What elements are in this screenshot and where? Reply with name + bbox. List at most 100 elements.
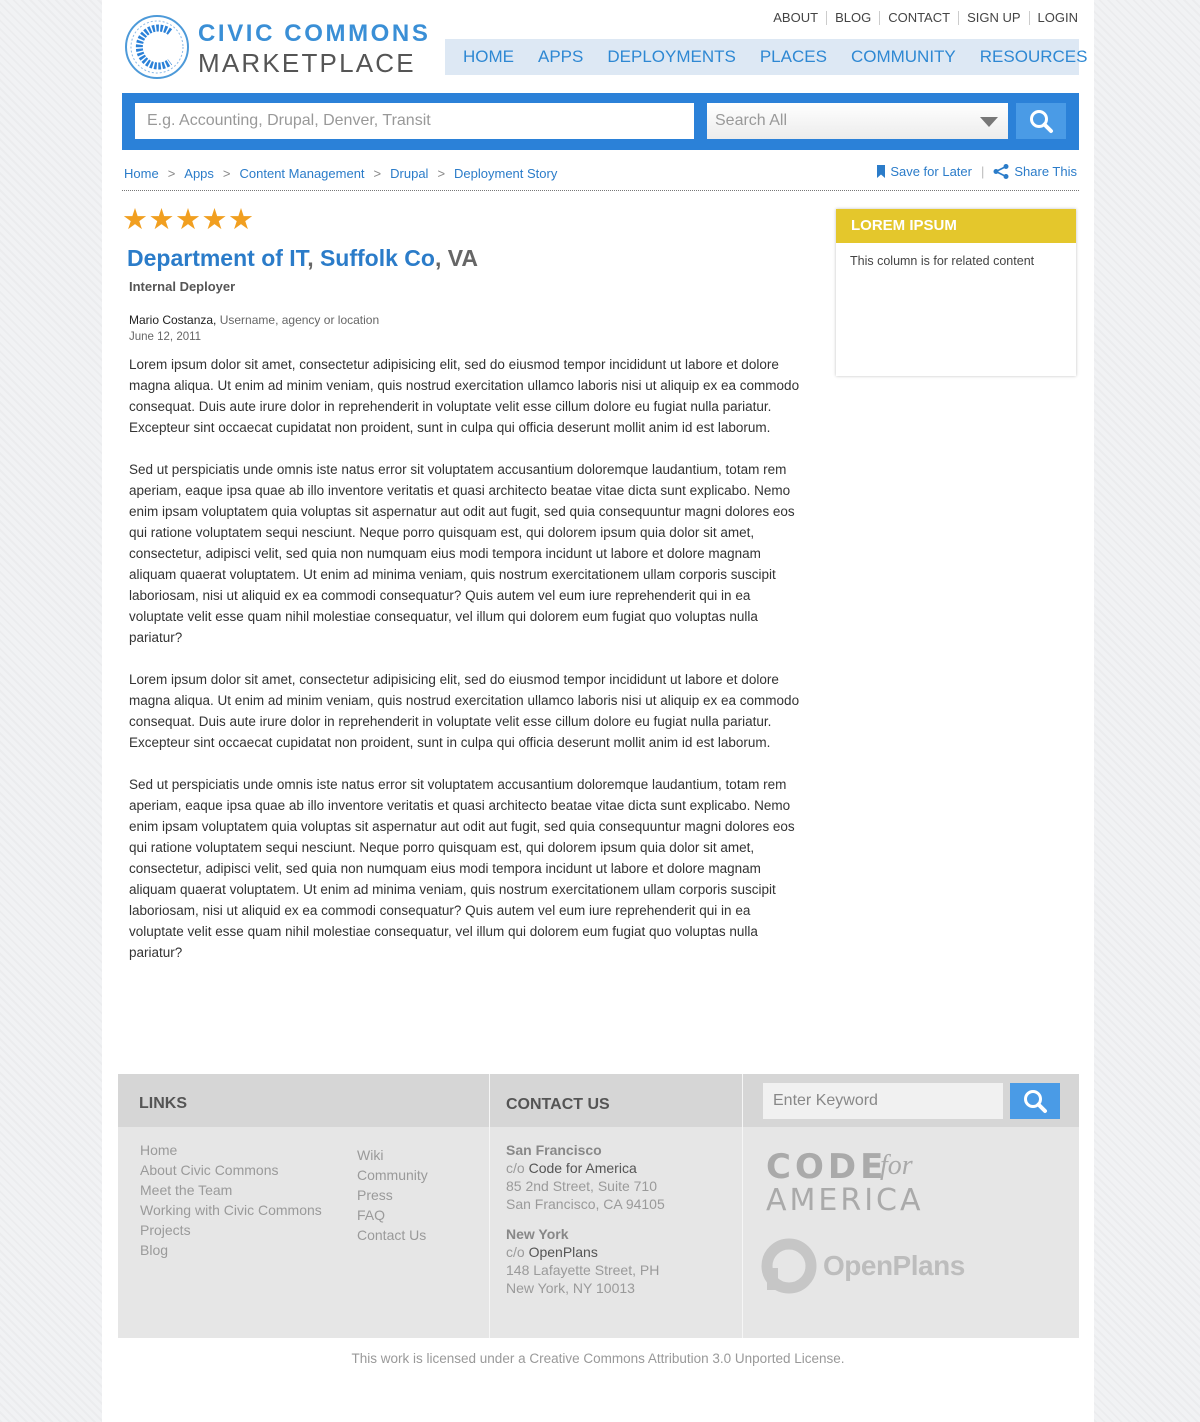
cfa-for-text: for (880, 1150, 913, 1181)
star-icon: ★ (175, 202, 201, 236)
site-logo[interactable]: CIVIC COMMONS MARKETPLACE (124, 14, 428, 84)
footer-search-input[interactable] (763, 1083, 1003, 1119)
sign-up-link[interactable]: SIGN UP (958, 11, 1028, 25)
article-body: Lorem ipsum dolor sit amet, consectetur … (129, 354, 802, 984)
footer-link[interactable]: FAQ (357, 1205, 428, 1225)
breadcrumb-separator: > (373, 166, 382, 181)
breadcrumb-drupal[interactable]: Drupal (390, 166, 428, 181)
footer-link[interactable]: Working with Civic Commons (140, 1200, 322, 1220)
paragraph: Sed ut perspiciatis unde omnis iste natu… (129, 777, 795, 960)
post-date: June 12, 2011 (129, 331, 202, 343)
contact-link[interactable]: CONTACT (879, 11, 958, 25)
star-icon: ★ (148, 202, 175, 236)
search-icon (1030, 110, 1053, 133)
breadcrumb-separator: > (437, 166, 446, 181)
breadcrumb-apps[interactable]: Apps (184, 166, 214, 181)
search-button[interactable] (1016, 103, 1066, 139)
search-scope-value: Search All (715, 112, 788, 129)
actions-divider: | (980, 164, 985, 179)
contact-address: 85 2nd Street, Suite 710 (506, 1178, 657, 1194)
breadcrumb-content-management[interactable]: Content Management (240, 166, 365, 181)
page-actions: Save for Later | Share This (877, 164, 1077, 179)
star-icon: ★ (122, 202, 148, 236)
breadcrumb-home[interactable]: Home (124, 166, 159, 181)
contact-address: New York, NY 10013 (506, 1280, 635, 1296)
footer-divider (489, 1074, 490, 1338)
footer-link[interactable]: Community (357, 1165, 428, 1185)
contact-city: San Francisco (506, 1142, 602, 1158)
sidebar-title: LOREM IPSUM (836, 209, 1076, 243)
footer-link[interactable]: Home (140, 1140, 322, 1160)
breadcrumb-separator: > (222, 166, 231, 181)
logo-title: CIVIC COMMONS (198, 20, 431, 47)
blog-link[interactable]: BLOG (826, 11, 879, 25)
cfa-america-text: AMERICA (766, 1183, 924, 1218)
divider (122, 190, 1079, 191)
footer-link[interactable]: Meet the Team (140, 1180, 322, 1200)
breadcrumb: Home > Apps > Content Management > Drupa… (124, 166, 557, 181)
contact-org[interactable]: Code for America (529, 1160, 637, 1176)
nav-places[interactable]: PLACES (760, 47, 827, 67)
deployer-type: Internal Deployer (129, 279, 236, 294)
nav-home[interactable]: HOME (463, 47, 514, 67)
search-scope-select[interactable]: Search All (707, 103, 1008, 139)
caret-down-icon (980, 117, 998, 127)
login-link[interactable]: LOGIN (1028, 11, 1078, 25)
contact-org[interactable]: OpenPlans (529, 1244, 598, 1260)
footer-link[interactable]: About Civic Commons (140, 1160, 322, 1180)
search-icon (1024, 1090, 1047, 1113)
nav-apps[interactable]: APPS (538, 47, 583, 67)
openplans-p-icon (761, 1238, 817, 1294)
footer-search-button[interactable] (1010, 1083, 1060, 1119)
title-department-link[interactable]: Department of IT (127, 245, 307, 271)
share-icon (993, 164, 1009, 179)
utility-nav: ABOUT BLOG CONTACT SIGN UP LOGIN (765, 11, 1078, 25)
nav-deployments[interactable]: DEPLOYMENTS (607, 47, 735, 67)
license-notice: This work is licensed under a Creative C… (351, 1351, 845, 1366)
paragraph: Lorem ipsum dolor sit amet, consectetur … (129, 357, 800, 435)
code-for-america-logo[interactable]: CODE for AMERICA (766, 1150, 924, 1218)
search-bar: Search All (122, 93, 1079, 150)
openplans-text: OpenPlans (823, 1250, 965, 1281)
links-heading: LINKS (139, 1095, 187, 1112)
star-icon: ★ (228, 202, 254, 236)
contact-heading: CONTACT US (506, 1096, 610, 1113)
title-place-link[interactable]: Suffolk Co (320, 245, 435, 271)
paragraph: Lorem ipsum dolor sit amet, consectetur … (129, 672, 800, 750)
footer-links-col2: Wiki Community Press FAQ Contact Us (357, 1145, 428, 1245)
breadcrumb-deployment-story[interactable]: Deployment Story (454, 166, 557, 181)
star-rating: ★ ★ ★ ★ ★ (122, 204, 255, 234)
footer: LINKS Home About Civic Commons Meet the … (118, 1074, 1079, 1338)
about-link[interactable]: ABOUT (765, 11, 826, 25)
nav-community[interactable]: COMMUNITY (851, 47, 956, 67)
sidebar-body: This column is for related content (850, 254, 1035, 268)
breadcrumb-separator: > (167, 166, 176, 181)
contact-address: 148 Lafayette Street, PH (506, 1262, 660, 1278)
footer-header-band (118, 1074, 743, 1127)
openplans-logo[interactable]: OpenPlans (761, 1238, 965, 1294)
footer-divider (742, 1074, 743, 1338)
main-nav: HOME APPS DEPLOYMENTS PLACES COMMUNITY R… (445, 39, 1087, 75)
footer-link[interactable]: Wiki (357, 1145, 428, 1165)
contact-new-york: New York c/o OpenPlans 148 Lafayette Str… (506, 1225, 659, 1297)
share-this-link[interactable]: Share This (1014, 164, 1077, 179)
page-title: Department of IT, Suffolk Co, VA (127, 245, 478, 272)
footer-link[interactable]: Blog (140, 1240, 322, 1260)
nav-resources[interactable]: RESOURCES (980, 47, 1088, 67)
footer-link[interactable]: Contact Us (357, 1225, 428, 1245)
footer-link[interactable]: Projects (140, 1220, 322, 1240)
contact-san-francisco: San Francisco c/o Code for America 85 2n… (506, 1141, 665, 1213)
page: CIVIC COMMONS MARKETPLACE ABOUT BLOG CON… (102, 0, 1094, 1422)
related-content-panel: LOREM IPSUM This column is for related c… (836, 209, 1076, 376)
logo-subtitle: MARKETPLACE (198, 48, 416, 78)
byline: Mario Costanza, Username, agency or loca… (129, 313, 379, 327)
paragraph: Sed ut perspiciatis unde omnis iste natu… (129, 462, 795, 645)
bookmark-icon (877, 165, 886, 178)
star-icon: ★ (201, 202, 228, 236)
search-input[interactable] (135, 103, 694, 139)
footer-link[interactable]: Press (357, 1185, 428, 1205)
contact-address: San Francisco, CA 94105 (506, 1196, 665, 1212)
save-for-later-link[interactable]: Save for Later (890, 164, 972, 179)
contact-co: c/o (506, 1160, 529, 1176)
author-name[interactable]: Mario Costanza, (129, 313, 216, 327)
